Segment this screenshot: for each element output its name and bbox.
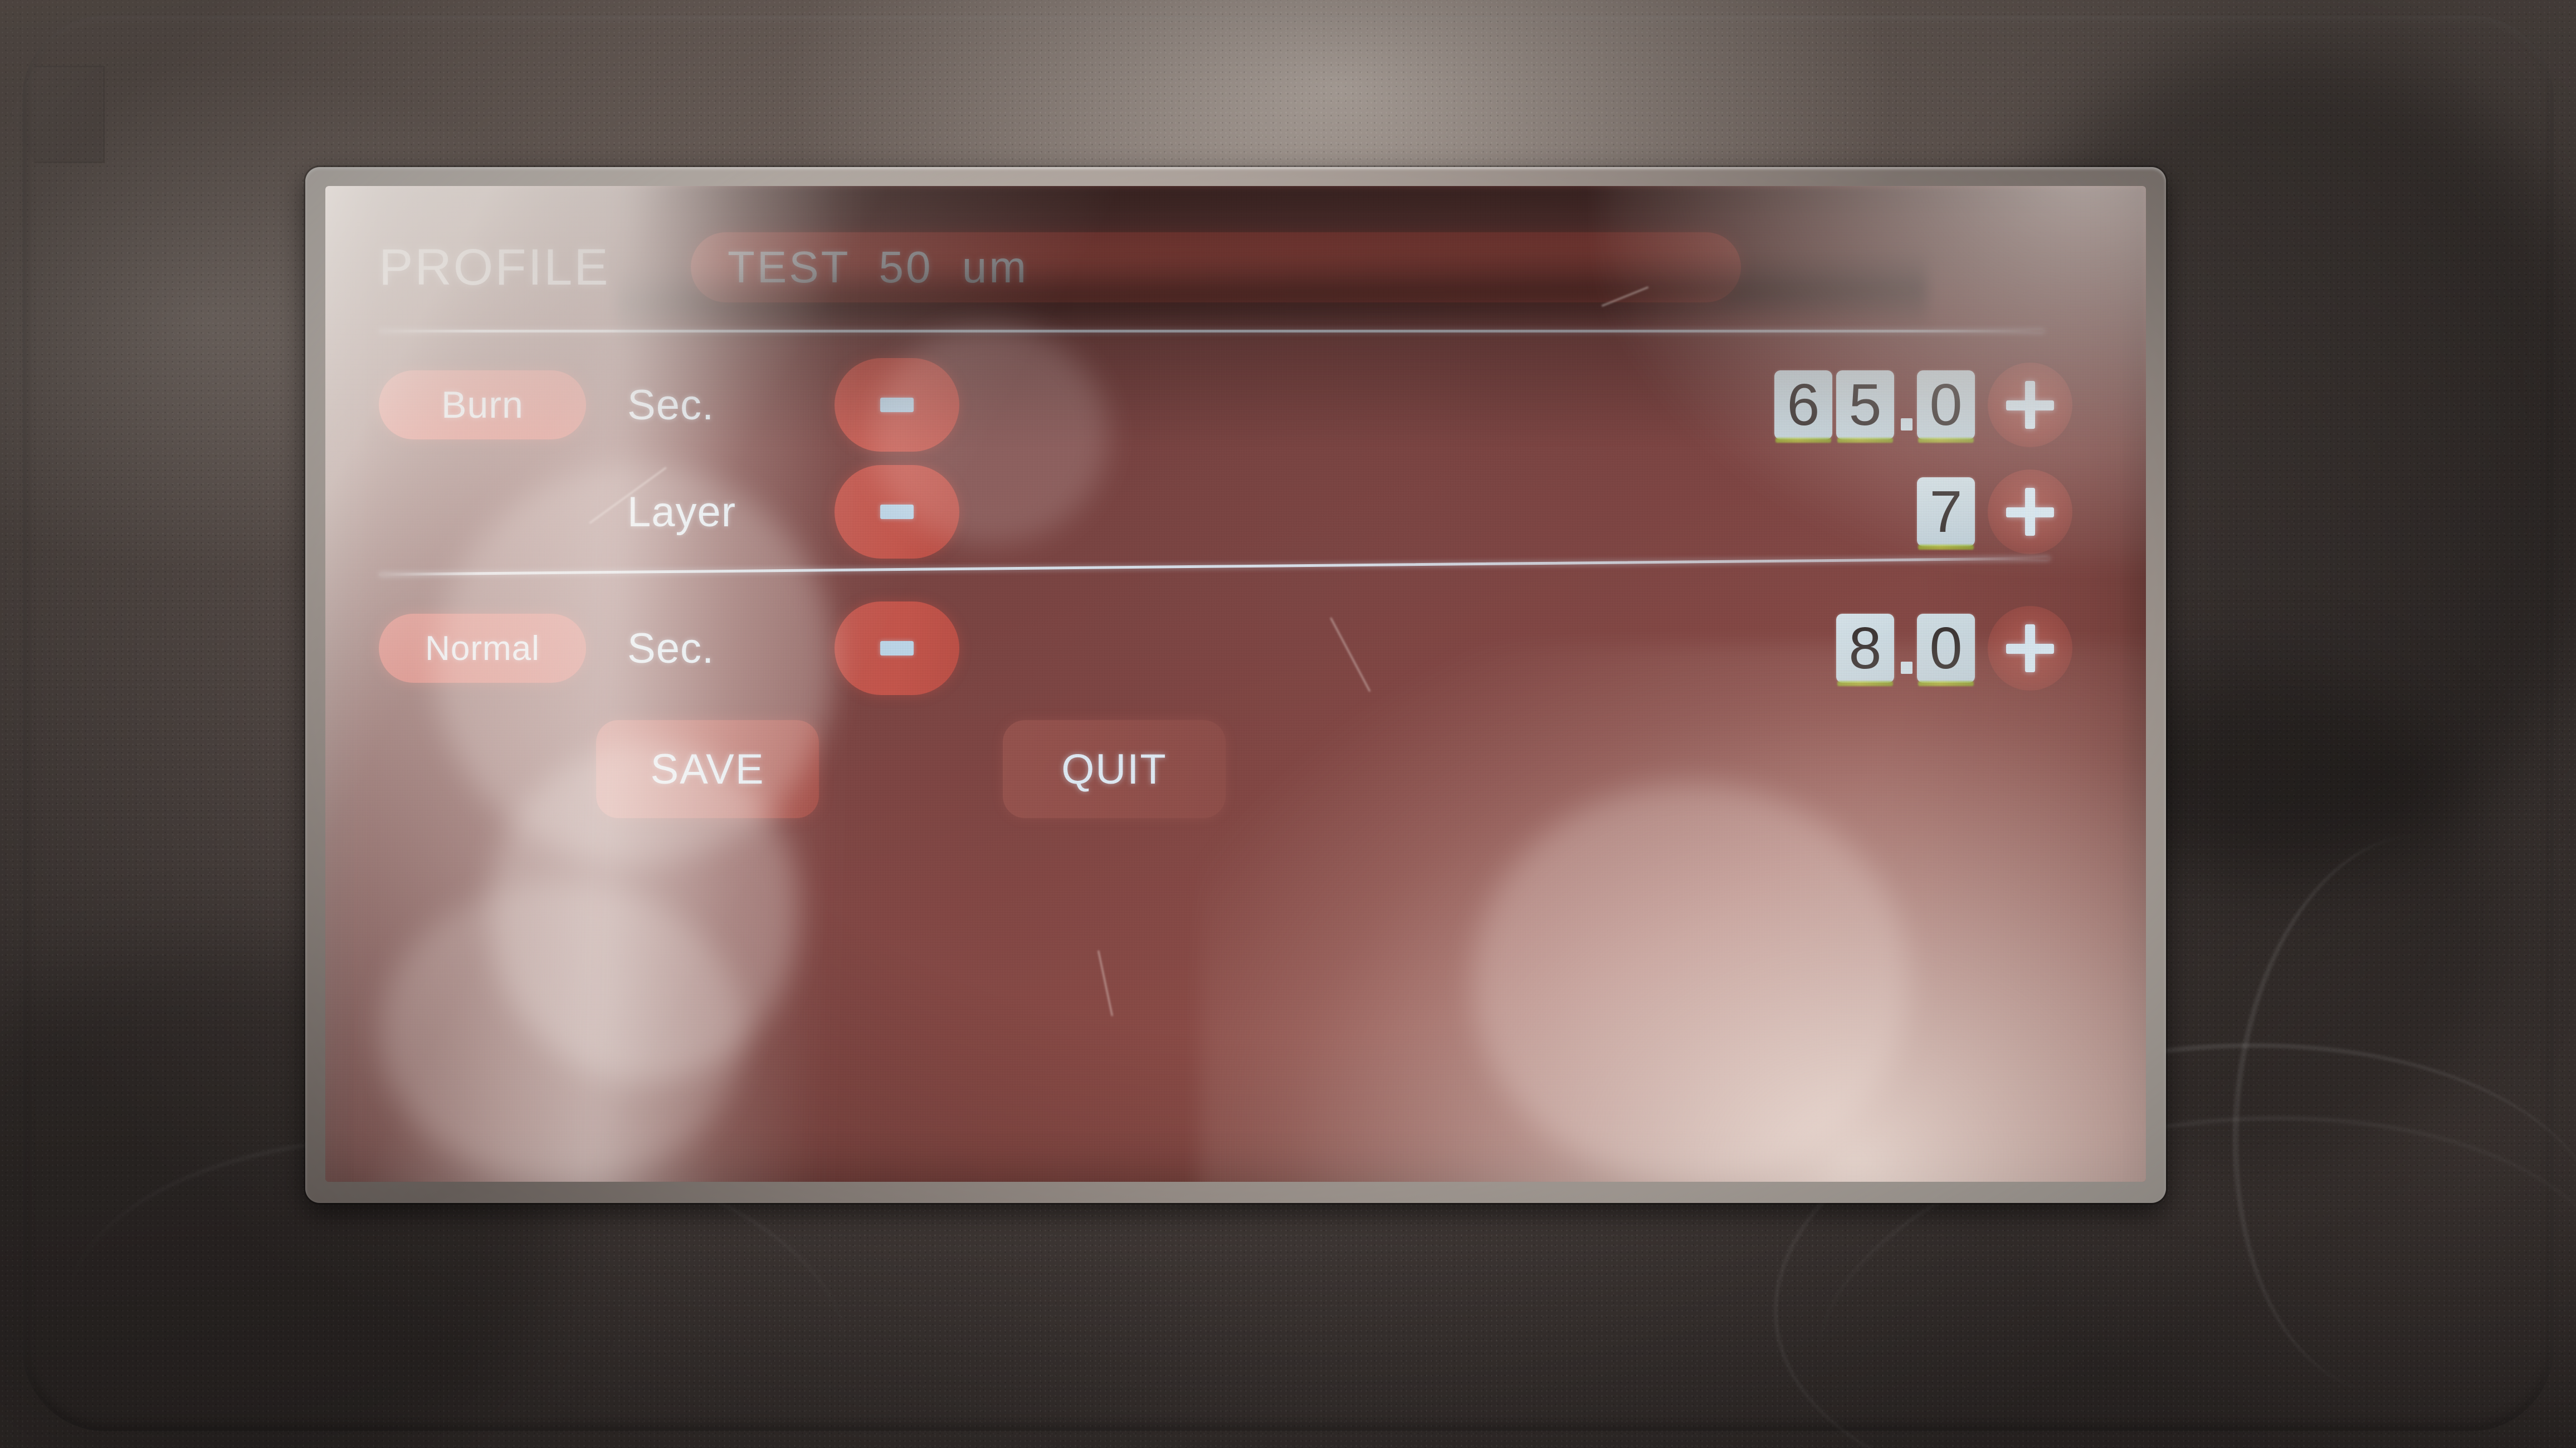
plus-icon xyxy=(2006,488,2054,536)
burn-sec-value[interactable]: 6 5 0 xyxy=(1774,370,1979,439)
normal-sec-plus-button[interactable] xyxy=(1988,606,2072,691)
normal-sec-value[interactable]: 8 0 xyxy=(1836,614,1979,683)
profile-name-value: TEST 50 um xyxy=(728,242,1029,292)
burn-settings-block: Burn Sec. 6 5 0 Layer 7 xyxy=(379,332,2104,565)
device-housing: PROFILE TEST 50 um Burn Sec. 6 5 0 Layer… xyxy=(0,0,2576,1448)
minus-icon xyxy=(880,505,914,519)
housing-ridge xyxy=(2210,821,2576,1406)
burn-sec-plus-button[interactable] xyxy=(1988,363,2072,447)
minus-icon xyxy=(880,398,914,412)
row-spacer xyxy=(379,477,586,546)
plus-icon xyxy=(2006,381,2054,429)
burn-layer-plus-button[interactable] xyxy=(1988,469,2072,554)
burn-sec-label: Sec. xyxy=(627,381,715,429)
normal-mode-button[interactable]: Normal xyxy=(379,614,586,683)
plus-icon xyxy=(2006,624,2054,672)
digit-box[interactable]: 6 xyxy=(1774,370,1832,439)
screen-bezel: PROFILE TEST 50 um Burn Sec. 6 5 0 Layer… xyxy=(305,167,2166,1203)
burn-sec-value-area: 6 5 0 xyxy=(959,363,2104,447)
normal-sec-label: Sec. xyxy=(627,624,715,672)
hexagon-emboss-icon xyxy=(10,66,105,163)
burn-layer-value[interactable]: 7 xyxy=(1917,477,1979,546)
digit-box[interactable]: 0 xyxy=(1917,370,1975,439)
burn-sec-minus-button[interactable] xyxy=(835,358,959,452)
footer-actions-row: SAVE QUIT xyxy=(379,705,2104,833)
normal-settings-block: Normal Sec. 8 0 xyxy=(379,576,2104,702)
burn-layer-row: Layer 7 xyxy=(379,458,2104,565)
normal-sec-minus-button[interactable] xyxy=(835,601,959,695)
burn-layer-minus-button[interactable] xyxy=(835,465,959,559)
burn-sec-row: Burn Sec. 6 5 0 xyxy=(379,351,2104,458)
lcd-screen[interactable]: PROFILE TEST 50 um Burn Sec. 6 5 0 Layer… xyxy=(325,186,2146,1182)
digit-box[interactable]: 0 xyxy=(1917,614,1975,683)
minus-icon xyxy=(880,641,914,655)
save-button[interactable]: SAVE xyxy=(596,720,819,818)
decimal-point xyxy=(1898,370,1915,439)
profile-header-row: PROFILE TEST 50 um xyxy=(379,215,2104,320)
profile-label: PROFILE xyxy=(379,238,610,296)
normal-sec-value-area: 8 0 xyxy=(959,606,2104,691)
quit-button[interactable]: QUIT xyxy=(1003,720,1226,818)
normal-sec-row: Normal Sec. 8 0 xyxy=(379,595,2104,702)
digit-box[interactable]: 7 xyxy=(1917,477,1975,546)
digit-box[interactable]: 5 xyxy=(1836,370,1894,439)
profile-select-button[interactable]: TEST 50 um xyxy=(691,232,1741,302)
digit-box[interactable]: 8 xyxy=(1836,614,1894,683)
decimal-point xyxy=(1898,614,1915,683)
burn-layer-value-area: 7 xyxy=(959,469,2104,554)
burn-mode-button[interactable]: Burn xyxy=(379,370,586,439)
burn-layer-label: Layer xyxy=(627,488,736,536)
profile-settings-screen: PROFILE TEST 50 um Burn Sec. 6 5 0 Layer… xyxy=(325,186,2146,1182)
